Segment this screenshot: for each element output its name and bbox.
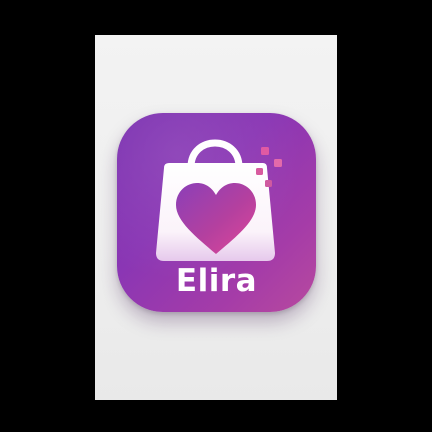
- pixel-square-1: [261, 147, 269, 155]
- pixel-square-3: [256, 168, 263, 175]
- app-name-label: Elira: [175, 263, 258, 299]
- app-icon-elira[interactable]: Elira: [117, 113, 316, 312]
- pixel-square-4: [265, 180, 272, 187]
- canvas-background: Elira: [0, 0, 432, 432]
- pixel-square-2: [274, 159, 282, 167]
